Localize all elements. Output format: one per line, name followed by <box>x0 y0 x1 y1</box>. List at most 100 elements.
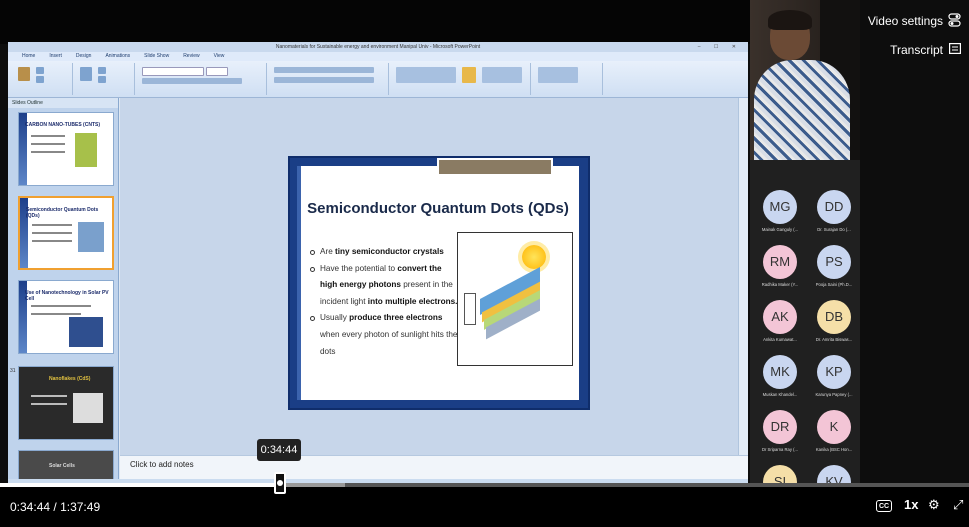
ribbon-tab[interactable]: Design <box>76 53 92 59</box>
ppt-title-bar: Nanomaterials for Sustainable energy and… <box>8 42 748 52</box>
video-top-black-area <box>0 0 750 44</box>
ppt-window-title: Nanomaterials for Sustainable energy and… <box>275 44 481 50</box>
slide-scrollbar[interactable] <box>738 98 748 455</box>
slide-thumbnail[interactable]: Use of Nanotechnology in Solar PV Cell <box>18 280 114 354</box>
slide-thumbnail[interactable]: 31 Nanoflakes (CdS) <box>10 366 114 440</box>
bullet-item: Have the potential to convert the high e… <box>310 261 460 311</box>
ribbon-group-editing <box>532 63 603 95</box>
participant-tile[interactable]: MG Mainak Ganguly (... <box>754 190 806 232</box>
ribbon-group-font <box>136 63 267 95</box>
notes-pane[interactable]: Click to add notes <box>120 455 748 480</box>
video-frame[interactable]: Nanomaterials for Sustainable energy and… <box>0 0 969 527</box>
thumb-line <box>32 240 72 242</box>
slide-thumbnail-selected[interactable]: Semiconductor Quantum Dots (QDs) <box>18 196 114 270</box>
participant-tile[interactable]: KP Karunya Papney (... <box>808 355 860 397</box>
avatar: DB <box>817 300 851 334</box>
transcript-icon[interactable] <box>949 43 962 57</box>
thumb-image <box>69 317 103 347</box>
presenter-body <box>754 60 850 160</box>
participant-name: Pooja Saini (Ph.D... <box>815 282 853 287</box>
participants-grid: MG Mainak Ganguly (... DD Dr. Surajan Do (.… <box>750 160 860 507</box>
slide-title: Semiconductor Quantum Dots (QDs) <box>307 200 569 217</box>
thumb-number: 31 <box>10 368 16 374</box>
avatar: DD <box>817 190 851 224</box>
expand-icon[interactable]: ⤢ <box>953 497 963 513</box>
bullet-item: Are tiny semiconductor crystals <box>310 244 460 261</box>
time-separator: / <box>53 500 57 514</box>
slides-outline-tabs: Slides Outline <box>8 98 118 108</box>
ribbon-group-drawing <box>390 63 531 95</box>
ribbon-group-slides <box>74 63 135 95</box>
thumb-title: Solar Cells <box>49 463 75 469</box>
time-display: 0:34:44 / 1:37:49 <box>10 500 100 514</box>
participant-tile[interactable]: DR Dr Sriparna Ray (... <box>754 410 806 452</box>
thumb-line <box>31 135 65 137</box>
ribbon-tab[interactable]: Review <box>183 53 199 59</box>
notes-placeholder: Click to add notes <box>130 460 194 469</box>
ribbon-tab[interactable]: Slide Show <box>144 53 169 59</box>
paragraph-icons <box>274 67 374 73</box>
slide-thumbnail[interactable]: CARBON NANO-TUBES (CNTS) <box>18 112 114 186</box>
seek-tooltip: 0:34:44 <box>257 439 301 461</box>
participant-name: Dr. Surajan Do (... <box>817 227 851 232</box>
thumb-line <box>32 224 72 226</box>
ribbon-tab[interactable]: Insert <box>49 53 62 59</box>
thumb-line <box>31 151 65 153</box>
ppt-ribbon <box>8 61 748 98</box>
shapes-icon <box>396 67 456 83</box>
cut-icon <box>36 67 44 74</box>
slide-bullets: Are tiny semiconductor crystals Have the… <box>310 244 460 360</box>
new-slide-icon <box>80 67 92 81</box>
copy-icon <box>36 76 44 83</box>
participant-name: Radhika Maker (Y... <box>761 282 799 287</box>
speed-button[interactable]: 1x <box>904 497 918 512</box>
thumb-line <box>31 403 67 405</box>
gear-icon[interactable]: ⚙ <box>928 497 940 513</box>
ribbon-tab[interactable]: Animations <box>105 53 130 59</box>
window-controls: – ☐ ✕ <box>697 44 742 50</box>
transcript-link[interactable]: Transcript <box>890 43 943 57</box>
bullet-item: Usually produce three electrons when eve… <box>310 310 460 360</box>
thumb-title: Nanoflakes (CdS) <box>49 376 91 382</box>
sun-icon <box>522 245 546 269</box>
participant-tile[interactable]: DD Dr. Surajan Do (... <box>808 190 860 232</box>
thumb-title: Use of Nanotechnology in Solar PV Cell <box>25 290 109 302</box>
ribbon-tab[interactable]: Home <box>22 53 35 59</box>
ribbon-tab[interactable]: View <box>214 53 225 59</box>
font-format-icons <box>142 78 242 84</box>
slides-panel: Slides Outline CARBON NANO-TUBES (CNTS) … <box>8 98 119 490</box>
thumb-line <box>31 305 91 307</box>
participant-tile[interactable]: PS Pooja Saini (Ph.D... <box>808 245 860 287</box>
thumb-title: CARBON NANO-TUBES (CNTS) <box>25 122 100 128</box>
toggle-settings-icon[interactable] <box>948 13 961 30</box>
seek-bar[interactable] <box>0 483 969 487</box>
thumb-line <box>31 143 65 145</box>
participant-tile[interactable]: AK Ankita Kumawat... <box>754 300 806 342</box>
participant-name: Ankita Kumawat... <box>763 337 797 342</box>
participant-tile[interactable]: K Kanika (BSC Hon... <box>808 410 860 452</box>
slide-content: Semiconductor Quantum Dots (QDs) Are tin… <box>297 158 579 400</box>
avatar: MG <box>763 190 797 224</box>
seek-handle[interactable] <box>274 472 287 494</box>
thumb-image <box>78 222 104 252</box>
participant-tile[interactable]: DB Dr. Amrita Biswas... <box>808 300 860 342</box>
participant-tile[interactable]: MK Muskan Khandel... <box>754 355 806 397</box>
participant-name: Kanika (BSC Hon... <box>815 447 853 452</box>
delete-icon <box>98 76 106 83</box>
ppt-ribbon-tabs: Home Insert Design Animations Slide Show Revi… <box>8 52 748 61</box>
captions-button[interactable]: CC <box>876 500 892 512</box>
align-icons <box>274 77 374 83</box>
layout-icon <box>98 67 106 74</box>
find-replace-icon <box>538 67 578 83</box>
avatar: MK <box>763 355 797 389</box>
participant-name: Mainak Ganguly (... <box>761 227 799 232</box>
side-menu: Video settings Transcript <box>860 0 969 160</box>
presenter-camera <box>750 0 860 160</box>
player-controls <box>0 485 969 527</box>
video-settings-link[interactable]: Video settings <box>868 14 943 28</box>
font-box-icon <box>142 67 204 76</box>
thumb-title: Semiconductor Quantum Dots (QDs) <box>26 207 99 219</box>
participant-tile[interactable]: RM Radhika Maker (Y... <box>754 245 806 287</box>
participant-name: Muskan Khandel... <box>762 392 798 397</box>
arrange-icon <box>462 67 476 83</box>
